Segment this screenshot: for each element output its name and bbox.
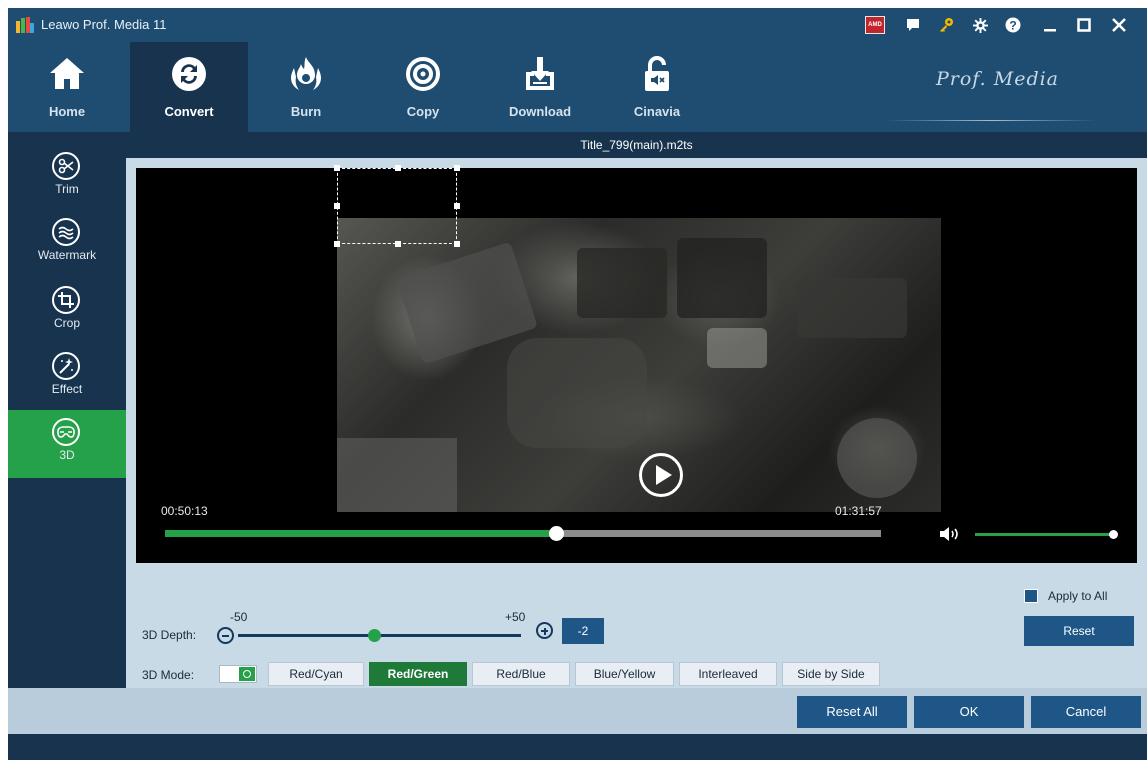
crop-handle[interactable] xyxy=(454,165,460,171)
depth-label: 3D Depth: xyxy=(142,628,197,642)
depth-handle[interactable] xyxy=(367,629,381,642)
crop-handle[interactable] xyxy=(395,241,401,247)
crop-handle[interactable] xyxy=(334,203,340,209)
depth-increase-icon[interactable] xyxy=(536,622,553,639)
copy-icon xyxy=(406,57,440,91)
mode-blue-yellow-button[interactable]: Blue/Yellow xyxy=(575,662,674,686)
depth-slider[interactable] xyxy=(238,629,521,642)
apply-to-all-checkbox[interactable] xyxy=(1024,589,1038,603)
sidebar-item-trim[interactable]: Trim xyxy=(8,144,126,212)
app-title: Leawo Prof. Media 11 xyxy=(41,17,167,32)
depth-max-label: +50 xyxy=(505,610,526,624)
depth-value-field[interactable]: -2 xyxy=(562,618,604,644)
toolbar-item-label: Copy xyxy=(406,104,440,119)
sidebar-item-effect[interactable]: Effect xyxy=(8,344,126,412)
app-window: Leawo Prof. Media 11 AMD ? Home Convert … xyxy=(8,8,1147,760)
toolbar-item-download[interactable]: Download xyxy=(481,42,599,132)
preview-panel: 00:50:13 01:31:57 xyxy=(126,158,1147,572)
burn-icon xyxy=(291,57,321,90)
video-screen[interactable]: 00:50:13 01:31:57 xyxy=(136,165,1137,563)
maximize-icon[interactable] xyxy=(1073,14,1095,36)
mode-red-blue-button[interactable]: Red/Blue xyxy=(472,662,570,686)
depth-min-label: -50 xyxy=(230,610,248,624)
apply-to-all-label: Apply to All xyxy=(1048,589,1108,603)
cinavia-icon xyxy=(645,56,669,91)
crop-selection-box[interactable] xyxy=(334,165,460,247)
file-name-bar: Title_799(main).m2ts xyxy=(126,132,1147,158)
sidebar-item-label: Trim xyxy=(55,182,79,196)
chat-icon[interactable] xyxy=(902,14,924,36)
progress-slider[interactable] xyxy=(165,526,881,541)
gear-icon[interactable] xyxy=(969,14,991,36)
reset-button[interactable]: Reset xyxy=(1024,616,1134,646)
title-bar: Leawo Prof. Media 11 AMD ? xyxy=(8,8,1147,42)
brand-underline xyxy=(886,120,1096,121)
brand-logo-text: Prof. Media xyxy=(936,68,1060,90)
sidebar-item-watermark[interactable]: Watermark xyxy=(8,210,126,278)
main-toolbar: Home Convert Burn Copy Download Cinavia … xyxy=(8,42,1147,132)
trim-icon xyxy=(52,152,80,180)
mode-label: 3D Mode: xyxy=(142,668,195,682)
close-icon[interactable] xyxy=(1108,14,1130,36)
toolbar-item-convert[interactable]: Convert xyxy=(130,42,248,132)
crop-handle[interactable] xyxy=(334,165,340,171)
play-icon[interactable] xyxy=(639,453,683,497)
edit-sidebar: Trim Watermark Crop Effect 3D xyxy=(8,132,126,688)
mode-red-cyan-button[interactable]: Red/Cyan xyxy=(268,662,364,686)
toolbar-item-cinavia[interactable]: Cinavia xyxy=(598,42,716,132)
toolbar-item-label: Convert xyxy=(164,104,214,119)
crop-icon xyxy=(52,286,80,314)
sidebar-item-label: 3D xyxy=(59,448,75,462)
volume-handle[interactable] xyxy=(1108,530,1118,539)
key-icon[interactable] xyxy=(936,14,958,36)
cancel-button[interactable]: Cancel xyxy=(1031,696,1141,728)
download-icon xyxy=(526,57,554,90)
convert-icon xyxy=(172,57,206,91)
crop-handle[interactable] xyxy=(454,241,460,247)
svg-text:?: ? xyxy=(1009,19,1016,33)
3d-glasses-icon xyxy=(52,418,80,446)
sidebar-item-label: Crop xyxy=(53,316,80,330)
sidebar-item-crop[interactable]: Crop xyxy=(8,278,126,346)
total-time: 01:31:57 xyxy=(835,504,882,518)
toolbar-item-label: Home xyxy=(48,104,86,119)
amd-icon[interactable]: AMD xyxy=(865,16,885,34)
minimize-icon[interactable] xyxy=(1039,14,1061,36)
help-icon[interactable]: ? xyxy=(1002,14,1024,36)
toolbar-item-label: Cinavia xyxy=(633,104,681,119)
crop-handle[interactable] xyxy=(454,203,460,209)
volume-slider[interactable] xyxy=(975,530,1118,539)
effect-icon xyxy=(52,352,80,380)
3d-settings-panel: 3D Depth: -50 +50 -2 3D Mode: Red/Cyan R… xyxy=(126,572,1147,688)
toolbar-item-home[interactable]: Home xyxy=(8,42,126,132)
reset-all-button[interactable]: Reset All xyxy=(797,696,907,728)
crop-handle[interactable] xyxy=(334,241,340,247)
toolbar-item-label: Download xyxy=(508,104,572,119)
sidebar-item-label: Effect xyxy=(51,382,83,396)
mode-interleaved-button[interactable]: Interleaved xyxy=(679,662,777,686)
volume-icon[interactable] xyxy=(939,526,961,542)
toolbar-item-burn[interactable]: Burn xyxy=(247,42,365,132)
sidebar-item-3d[interactable]: 3D xyxy=(8,410,126,478)
mode-side-by-side-button[interactable]: Side by Side xyxy=(782,662,880,686)
ok-button[interactable]: OK xyxy=(914,696,1024,728)
home-icon xyxy=(50,58,84,89)
current-time: 00:50:13 xyxy=(161,504,208,518)
progress-handle[interactable] xyxy=(548,526,564,541)
status-bar xyxy=(8,734,1147,760)
crop-handle[interactable] xyxy=(395,165,401,171)
toolbar-item-label: Burn xyxy=(290,104,322,119)
dialog-footer: Reset All OK Cancel xyxy=(8,688,1147,734)
app-logo-icon xyxy=(16,17,34,33)
progress-fill xyxy=(165,530,556,537)
depth-decrease-icon[interactable] xyxy=(217,627,234,644)
mode-red-green-button[interactable]: Red/Green xyxy=(369,662,467,686)
3d-mode-toggle[interactable] xyxy=(219,665,257,683)
toolbar-item-copy[interactable]: Copy xyxy=(364,42,482,132)
watermark-icon xyxy=(52,218,80,246)
sidebar-item-label: Watermark xyxy=(37,248,97,262)
